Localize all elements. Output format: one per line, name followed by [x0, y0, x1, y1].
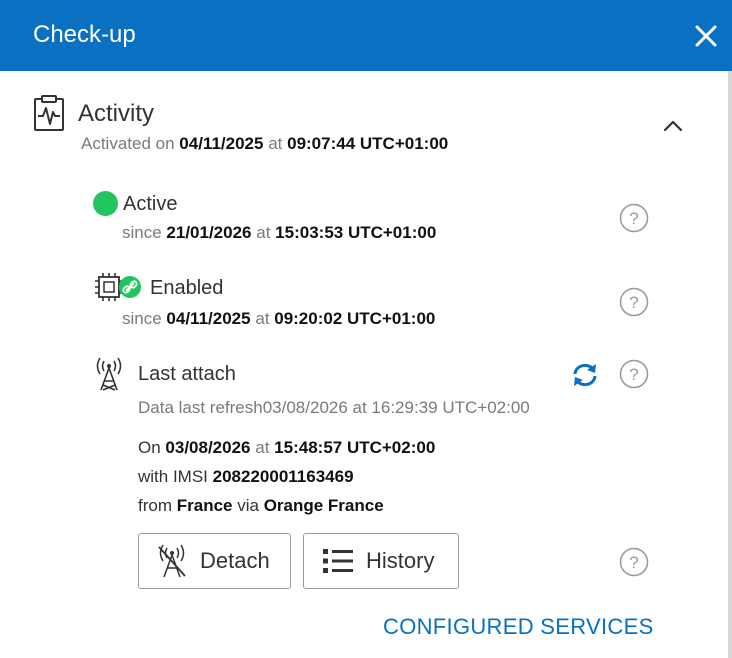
attach-operator: Orange France [263, 496, 384, 515]
sim-chip-link-icon [93, 272, 145, 309]
history-label: History [366, 548, 435, 573]
svg-text:?: ? [629, 293, 638, 312]
help-icon: ? [619, 203, 649, 233]
help-icon: ? [619, 359, 649, 389]
status-help-button[interactable]: ? [619, 203, 649, 233]
detach-label: Detach [200, 548, 270, 573]
data-refresh-text: Data last refresh03/08/2026 at 16:29:39 … [138, 398, 530, 417]
scrollbar[interactable] [728, 71, 732, 658]
sim-since-line: since 04/11/2025 at 09:20:02 UTC+01:00 [122, 308, 435, 330]
refresh-button[interactable] [569, 360, 601, 390]
activated-time: 09:07:44 UTC+01:00 [287, 134, 449, 153]
refresh-icon [573, 363, 597, 387]
attach-on-prefix: On [138, 438, 161, 457]
detach-button[interactable]: Detach [138, 533, 291, 589]
activity-title: Activity [78, 100, 155, 127]
activated-line: Activated on 04/11/2025 at 09:07:44 UTC+… [81, 133, 448, 155]
attach-on-at: at [255, 438, 270, 457]
configured-services-link[interactable]: CONFIGURED SERVICES [383, 614, 654, 640]
status-since-prefix: since [122, 223, 162, 242]
sim-since-at: at [255, 309, 270, 328]
svg-text:?: ? [629, 209, 638, 228]
last-attach-title: Last attach [138, 363, 236, 385]
close-icon [695, 25, 717, 47]
antenna-off-icon [156, 544, 188, 578]
help-icon: ? [619, 547, 649, 577]
attach-via: via [237, 496, 259, 515]
sim-since-prefix: since [122, 309, 162, 328]
chevron-up-icon [663, 120, 683, 132]
status-since-date: 21/01/2026 [166, 223, 252, 242]
sim-since-date: 04/11/2025 [166, 309, 251, 328]
status-label: Active [123, 193, 178, 215]
attach-imsi-value: 208220001163469 [212, 467, 354, 486]
status-since-line: since 21/01/2026 at 15:03:53 UTC+01:00 [122, 222, 436, 244]
activated-prefix: Activated on [81, 134, 175, 153]
attach-on-line: On 03/08/2026 at 15:48:57 UTC+02:00 [138, 437, 435, 459]
status-since-time: 15:03:53 UTC+01:00 [275, 223, 437, 242]
attach-imsi-prefix: with IMSI [138, 467, 208, 486]
attach-from-line: from France via Orange France [138, 495, 384, 517]
svg-text:?: ? [629, 553, 638, 572]
history-button[interactable]: History [303, 533, 459, 589]
attach-country: France [176, 496, 233, 515]
attach-imsi-line: with IMSI 208220001163469 [138, 466, 354, 488]
close-button[interactable] [690, 20, 722, 52]
activated-date: 04/11/2025 [179, 134, 264, 153]
list-icon [322, 548, 354, 574]
sim-help-button[interactable]: ? [619, 287, 649, 317]
svg-text:?: ? [629, 365, 638, 384]
attach-from-prefix: from [138, 496, 172, 515]
attach-help-button[interactable]: ? [619, 359, 649, 389]
attach-on-time: 15:48:57 UTC+02:00 [274, 438, 436, 457]
dialog-header: Check-up [0, 0, 732, 71]
antenna-icon [95, 357, 123, 396]
status-since-at: at [256, 223, 271, 242]
dialog-title: Check-up [33, 21, 136, 48]
status-dot [93, 191, 118, 216]
sim-since-time: 09:20:02 UTC+01:00 [274, 309, 436, 328]
activity-icon [33, 94, 65, 137]
sim-status-label: Enabled [150, 277, 224, 299]
actions-help-button[interactable]: ? [619, 547, 649, 577]
attach-on-date: 03/08/2026 [165, 438, 251, 457]
help-icon: ? [619, 287, 649, 317]
activated-at: at [268, 134, 283, 153]
collapse-button[interactable] [662, 115, 684, 137]
